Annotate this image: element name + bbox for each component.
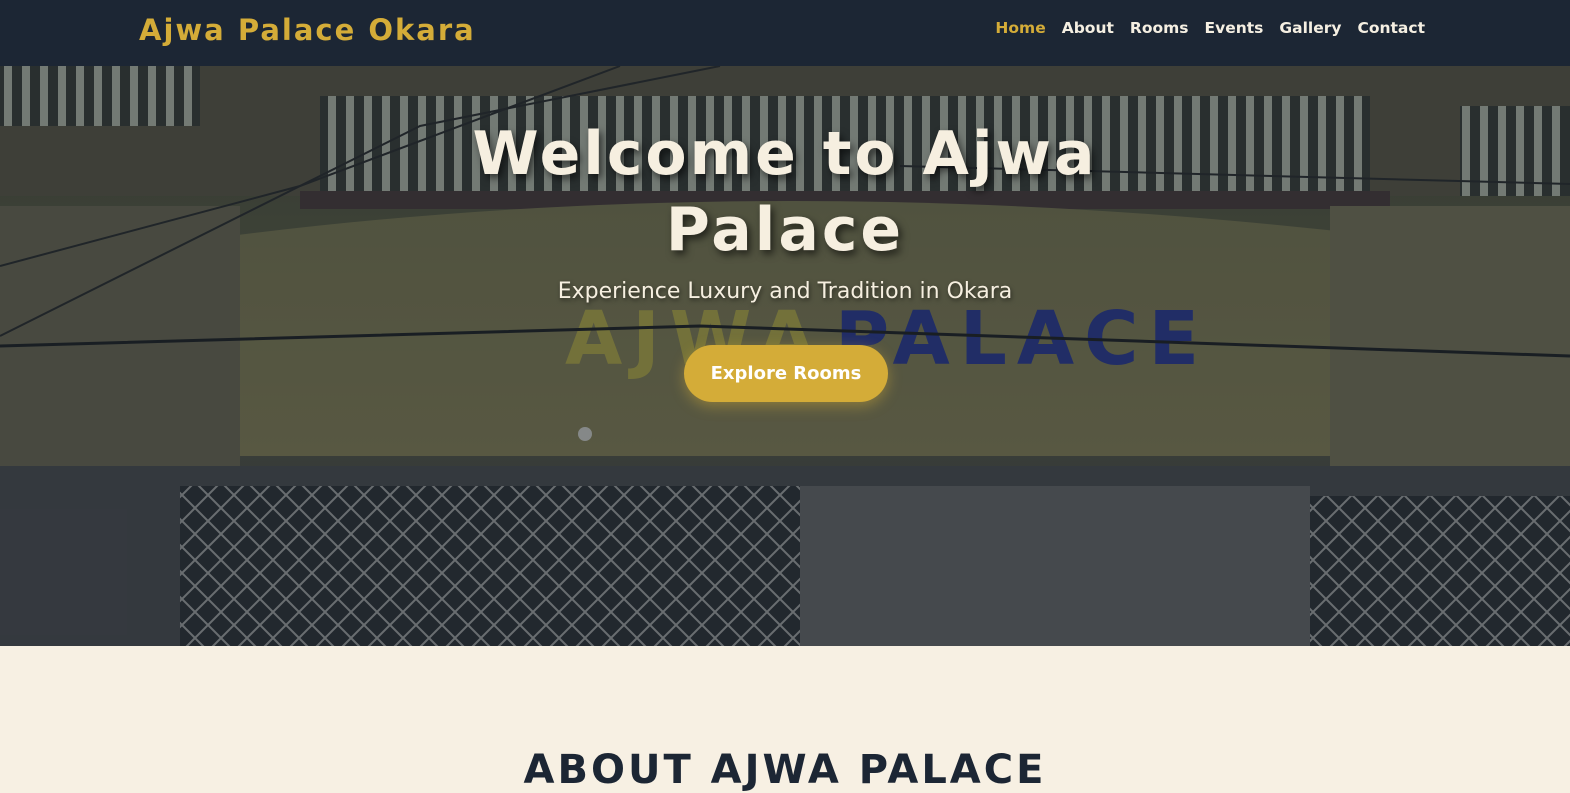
- nav-link-events[interactable]: Events: [1205, 19, 1264, 37]
- about-title: ABOUT AJWA PALACE: [523, 747, 1047, 793]
- hero-section: AJWA PALACE Welcome to Ajwa Palace Exper…: [0, 66, 1570, 646]
- navbar: Ajwa Palace Okara Home About Rooms Event…: [0, 0, 1570, 66]
- brand-logo[interactable]: Ajwa Palace Okara: [139, 13, 476, 47]
- nav-link-gallery[interactable]: Gallery: [1279, 19, 1341, 37]
- nav-link-about[interactable]: About: [1062, 19, 1114, 37]
- nav-link-contact[interactable]: Contact: [1357, 19, 1425, 37]
- nav-link-rooms[interactable]: Rooms: [1130, 19, 1189, 37]
- explore-rooms-button[interactable]: Explore Rooms: [684, 345, 888, 402]
- about-section: ABOUT AJWA PALACE: [0, 646, 1570, 793]
- nav-links: Home About Rooms Events Gallery Contact: [995, 19, 1425, 38]
- nav-link-home[interactable]: Home: [995, 19, 1045, 37]
- hero-subtitle: Experience Luxury and Tradition in Okara: [557, 279, 1013, 304]
- hero-title: Welcome to Ajwa Palace: [472, 119, 1098, 265]
